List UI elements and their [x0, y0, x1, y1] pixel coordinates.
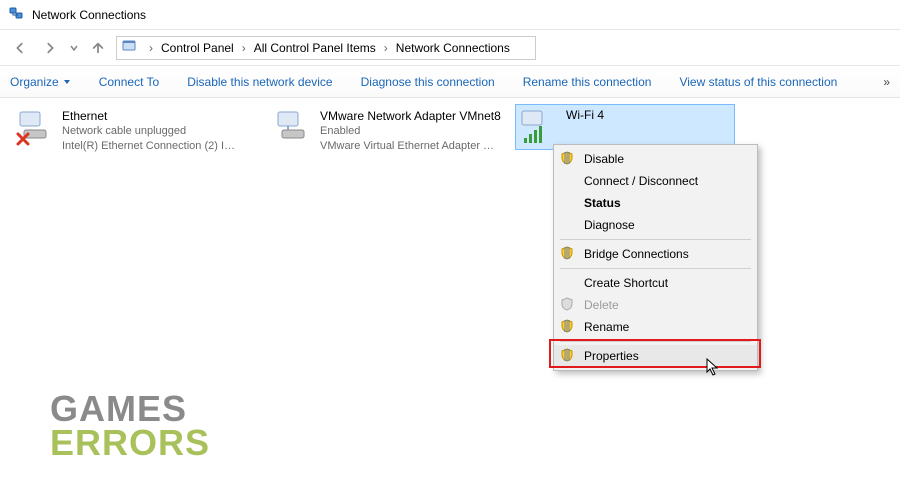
adapter-device: VMware Virtual Ethernet Adapter …	[320, 139, 501, 154]
menu-item-label: Properties	[584, 349, 639, 363]
menu-item-label: Create Shortcut	[584, 276, 668, 290]
menu-item-disable[interactable]: Disable	[554, 148, 757, 170]
shield-icon	[560, 297, 574, 314]
menu-item-status[interactable]: Status	[554, 192, 757, 214]
menu-separator	[560, 268, 751, 269]
window-title: Network Connections	[32, 8, 146, 22]
menu-item-bridge[interactable]: Bridge Connections	[554, 243, 757, 265]
shield-icon	[560, 319, 574, 336]
nav-history-dropdown[interactable]	[68, 41, 80, 55]
breadcrumb-item[interactable]: ›Control Panel	[143, 37, 236, 59]
menu-item-delete: Delete	[554, 294, 757, 316]
context-menu: Disable Connect / Disconnect Status Diag…	[553, 144, 758, 371]
rename-connection-button[interactable]: Rename this connection	[523, 75, 652, 89]
control-panel-icon	[121, 38, 137, 57]
adapter-item-ethernet[interactable]: Ethernet Network cable unplugged Intel(R…	[12, 106, 257, 156]
ethernet-icon	[14, 108, 54, 148]
title-bar: Network Connections	[0, 0, 900, 30]
menu-item-connect-disconnect[interactable]: Connect / Disconnect	[554, 170, 757, 192]
menu-item-label: Disable	[584, 152, 624, 166]
command-bar: Organize Connect To Disable this network…	[0, 66, 900, 98]
breadcrumb-item[interactable]: ›Network Connections	[378, 37, 512, 59]
connect-to-button[interactable]: Connect To	[99, 75, 160, 89]
menu-separator	[560, 239, 751, 240]
adapter-item-vmware[interactable]: VMware Network Adapter VMnet8 Enabled VM…	[270, 106, 515, 156]
diagnose-connection-button[interactable]: Diagnose this connection	[361, 75, 495, 89]
toolbar-label: Disable this network device	[187, 75, 332, 89]
menu-item-diagnose[interactable]: Diagnose	[554, 214, 757, 236]
menu-item-label: Rename	[584, 320, 629, 334]
toolbar-label: View status of this connection	[679, 75, 837, 89]
adapter-device: Intel(R) Ethernet Connection (2) I…	[62, 139, 235, 154]
breadcrumb-item[interactable]: ›All Control Panel Items	[236, 37, 378, 59]
adapter-status: Network cable unplugged	[62, 124, 235, 139]
network-connections-icon	[8, 5, 24, 24]
adapter-name: Wi-Fi 4	[566, 107, 604, 123]
menu-item-properties[interactable]: Properties	[554, 345, 757, 367]
adapter-name: VMware Network Adapter VMnet8	[320, 108, 501, 124]
toolbar-label: Organize	[10, 75, 59, 89]
watermark-line: ERRORS	[50, 426, 210, 460]
adapter-status: Enabled	[320, 124, 501, 139]
menu-separator	[560, 341, 751, 342]
wifi-icon	[518, 107, 558, 147]
menu-item-label: Status	[584, 196, 621, 210]
address-bar: ›Control Panel ›All Control Panel Items …	[0, 30, 900, 66]
adapter-name: Ethernet	[62, 108, 235, 124]
toolbar-overflow-button[interactable]: »	[883, 75, 890, 89]
shield-icon	[560, 348, 574, 365]
organize-button[interactable]: Organize	[10, 75, 71, 89]
shield-icon	[560, 246, 574, 263]
menu-item-rename[interactable]: Rename	[554, 316, 757, 338]
breadcrumb-label: Network Connections	[394, 41, 512, 55]
watermark: GAMES ERRORS	[50, 392, 210, 460]
menu-item-label: Delete	[584, 298, 619, 312]
ethernet-icon	[272, 108, 312, 148]
menu-item-label: Bridge Connections	[584, 247, 689, 261]
forward-button[interactable]	[38, 36, 62, 60]
disable-device-button[interactable]: Disable this network device	[187, 75, 332, 89]
dropdown-arrow-icon	[63, 78, 71, 86]
toolbar-label: »	[883, 75, 890, 89]
toolbar-label: Connect To	[99, 75, 160, 89]
menu-item-label: Diagnose	[584, 218, 635, 232]
toolbar-label: Rename this connection	[523, 75, 652, 89]
breadcrumb-label: Control Panel	[159, 41, 236, 55]
menu-item-label: Connect / Disconnect	[584, 174, 698, 188]
breadcrumb-path[interactable]: ›Control Panel ›All Control Panel Items …	[116, 36, 536, 60]
view-status-button[interactable]: View status of this connection	[679, 75, 837, 89]
breadcrumb-label: All Control Panel Items	[252, 41, 378, 55]
watermark-line: GAMES	[50, 392, 210, 426]
back-button[interactable]	[8, 36, 32, 60]
up-button[interactable]	[86, 36, 110, 60]
menu-item-create-shortcut[interactable]: Create Shortcut	[554, 272, 757, 294]
toolbar-label: Diagnose this connection	[361, 75, 495, 89]
shield-icon	[560, 151, 574, 168]
